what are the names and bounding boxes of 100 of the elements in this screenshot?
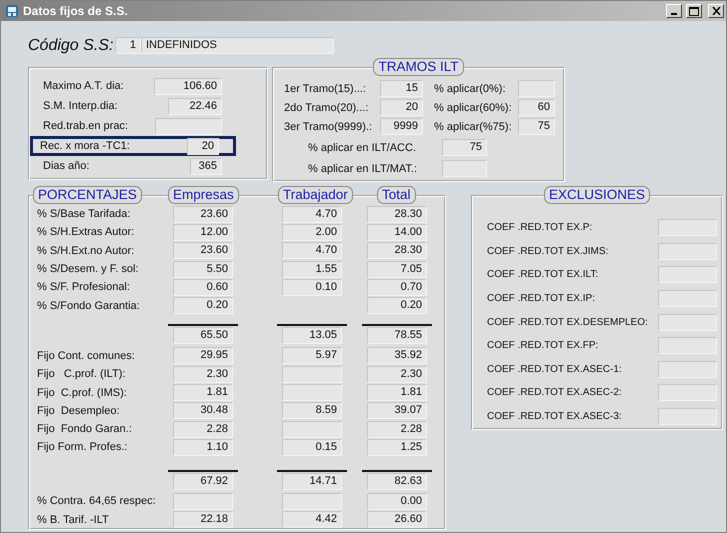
value-field[interactable]: 1.81 — [173, 384, 233, 401]
field-label: % S/H.Ext.no Autor: — [37, 244, 136, 257]
value-field[interactable]: 22.46 — [168, 98, 222, 114]
value-field[interactable]: 15 — [380, 80, 423, 97]
value-field[interactable]: 1.81 — [367, 384, 427, 401]
field-label: % S/Desem. y F. sol: — [37, 263, 140, 276]
value-field[interactable]: 1.10 — [173, 438, 233, 456]
value-field[interactable]: 30.48 — [173, 402, 233, 420]
app-icon — [5, 4, 19, 18]
value-field[interactable]: 2.30 — [173, 366, 233, 383]
value-field[interactable] — [658, 219, 717, 236]
field-label: % aplicar(%75): — [434, 120, 513, 132]
value-field[interactable]: 28.30 — [367, 242, 427, 260]
value-field[interactable]: 0.10 — [282, 278, 342, 296]
value-field[interactable]: 20 — [187, 138, 219, 154]
value-field[interactable]: 28.30 — [367, 206, 427, 223]
value-field[interactable]: 5.97 — [282, 347, 342, 364]
value-field[interactable] — [658, 408, 717, 426]
field-label: 3er Tramo(9999).: — [284, 120, 374, 132]
field-label: % aplicar(60%): — [434, 102, 513, 114]
window-title: Datos fijos de S.S. — [23, 4, 129, 18]
value-field[interactable]: 1.25 — [367, 438, 427, 456]
value-field[interactable]: 4.42 — [282, 511, 342, 528]
value-field[interactable] — [518, 80, 555, 97]
value-field[interactable]: 1.55 — [282, 260, 342, 278]
value-field[interactable] — [442, 160, 487, 177]
value-field[interactable]: 2.28 — [367, 420, 427, 438]
value-field[interactable]: 0.15 — [282, 438, 342, 456]
value-field[interactable]: 23.60 — [173, 206, 233, 223]
field-label: COEF .RED.TOT EX.ASEC-3: — [487, 411, 623, 422]
value-field[interactable]: 13.05 — [282, 327, 342, 344]
value-field[interactable]: 12.00 — [173, 224, 233, 241]
value-field[interactable]: 1 — [115, 37, 141, 54]
value-field[interactable]: 29.95 — [173, 347, 233, 364]
field-label: Fijo Desempleo: — [37, 404, 121, 417]
column-header: Total — [377, 186, 416, 204]
value-field[interactable] — [282, 384, 342, 401]
value-field[interactable] — [658, 266, 717, 284]
column-header: Trabajador — [278, 186, 353, 204]
value-field[interactable]: 60 — [518, 99, 555, 116]
value-field[interactable]: INDEFINIDOS — [141, 37, 334, 54]
value-field[interactable] — [658, 360, 717, 378]
close-button[interactable] — [708, 4, 724, 18]
field-label: % S/Fondo Garantia: — [37, 300, 141, 312]
value-field[interactable]: 7.05 — [367, 260, 427, 278]
value-field[interactable] — [282, 492, 342, 510]
field-label: Red.trab.en prac: — [43, 120, 129, 132]
value-field[interactable]: 39.07 — [367, 402, 427, 420]
value-field[interactable]: 0.20 — [173, 297, 233, 314]
value-field[interactable]: 5.50 — [173, 260, 233, 278]
value-field[interactable]: 8.59 — [282, 402, 342, 420]
value-field[interactable] — [282, 420, 342, 438]
value-field[interactable]: 65.50 — [173, 327, 233, 344]
value-field[interactable] — [658, 314, 717, 331]
field-label: COEF .RED.TOT EX.IP: — [487, 293, 596, 304]
field-label: Fijo Cont. comunes: — [37, 350, 136, 362]
value-field[interactable] — [173, 492, 233, 510]
value-field[interactable]: 106.60 — [154, 78, 222, 94]
value-field[interactable] — [658, 242, 717, 260]
field-label: % S/H.Extras Autor: — [37, 226, 136, 238]
section-title: EXCLUSIONES — [544, 186, 650, 204]
value-field[interactable]: 2.00 — [282, 224, 342, 241]
field-label: Maximo A.T. dia: — [43, 80, 125, 92]
value-field[interactable]: 4.70 — [282, 206, 342, 223]
value-field[interactable] — [282, 366, 342, 383]
value-field[interactable]: 4.70 — [282, 242, 342, 260]
maximize-icon — [689, 6, 699, 16]
close-icon — [712, 7, 720, 15]
value-field[interactable]: 0.70 — [367, 278, 427, 296]
value-field[interactable]: 75 — [518, 118, 555, 135]
value-field[interactable]: 23.60 — [173, 242, 233, 260]
value-field[interactable]: 35.92 — [367, 347, 427, 364]
value-field[interactable]: 0.00 — [367, 492, 427, 510]
value-field[interactable] — [658, 337, 717, 354]
value-field[interactable]: 2.28 — [173, 420, 233, 438]
value-field[interactable] — [658, 290, 717, 308]
value-field[interactable]: 67.92 — [173, 472, 233, 490]
value-field[interactable]: 78.55 — [367, 327, 427, 344]
value-field[interactable]: 365 — [190, 158, 222, 174]
value-field[interactable]: 82.63 — [367, 472, 427, 490]
field-label: Dias año: — [43, 160, 90, 172]
value-field[interactable]: 14.71 — [282, 472, 342, 490]
field-label: Fijo C.prof. (IMS): — [37, 386, 128, 398]
value-field[interactable]: 22.18 — [173, 511, 233, 528]
value-field[interactable]: 2.30 — [367, 366, 427, 383]
field-label: S.M. Interp.dia: — [43, 100, 119, 112]
value-field[interactable]: 14.00 — [367, 224, 427, 241]
value-field[interactable]: 75 — [442, 139, 487, 156]
value-field[interactable]: 0.60 — [173, 278, 233, 296]
field-label: Fijo C.prof. (ILT): — [37, 368, 126, 380]
value-field[interactable] — [155, 118, 222, 134]
field-label: % aplicar en ILT/ACC. — [308, 142, 418, 154]
value-field[interactable]: 20 — [380, 99, 423, 116]
value-field[interactable]: 9999 — [380, 118, 423, 135]
minimize-button[interactable] — [666, 4, 682, 18]
value-field[interactable]: 26.60 — [367, 511, 427, 528]
value-field[interactable] — [658, 384, 717, 402]
value-field[interactable]: 0.20 — [367, 297, 427, 314]
maximize-button[interactable] — [686, 4, 702, 18]
field-label: COEF .RED.TOT EX.DESEMPLEO: — [487, 316, 649, 328]
